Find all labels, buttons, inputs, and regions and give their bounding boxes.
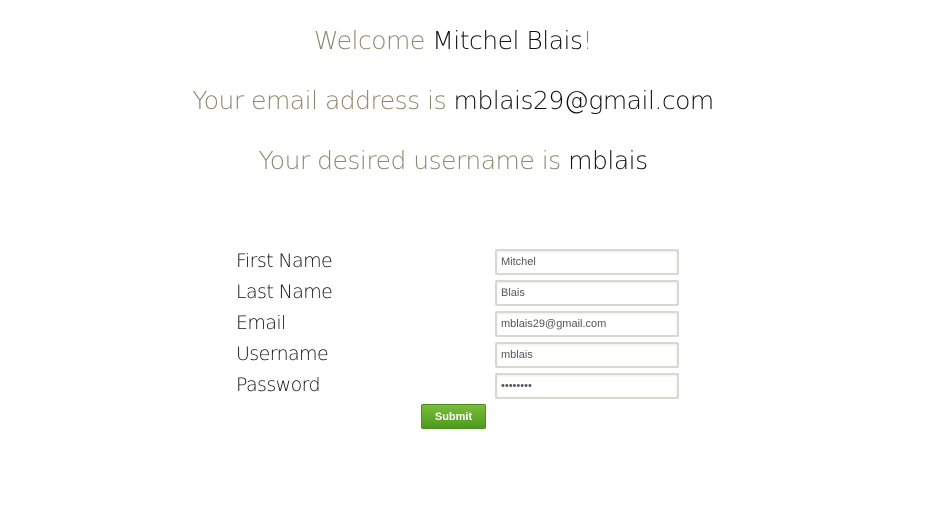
username-prefix: Your desired username is <box>258 146 569 175</box>
first-name-row: First Name Mitchel <box>236 249 679 275</box>
first-name-label: First Name <box>236 250 333 272</box>
password-field[interactable]: •••••••• <box>495 373 679 399</box>
registration-confirmation-page: Welcome Mitchel Blais! Your email addres… <box>0 0 936 505</box>
email-label: Email <box>236 312 286 334</box>
welcome-heading: Welcome Mitchel Blais! <box>0 26 906 55</box>
username-label: Username <box>236 343 329 365</box>
username-heading-value: mblais <box>568 146 648 175</box>
email-field[interactable]: mblais29@gmail.com <box>495 311 679 337</box>
email-heading-value: mblais29@gmail.com <box>453 86 715 115</box>
welcome-name: Mitchel Blais <box>432 26 583 55</box>
password-label: Password <box>236 374 321 396</box>
email-row: Email mblais29@gmail.com <box>236 311 679 337</box>
email-heading: Your email address is mblais29@gmail.com <box>0 86 906 115</box>
username-heading: Your desired username is mblais <box>0 146 906 175</box>
username-field[interactable]: mblais <box>495 342 679 368</box>
last-name-row: Last Name Blais <box>236 280 679 306</box>
submit-button[interactable]: Submit <box>421 404 486 429</box>
last-name-field[interactable]: Blais <box>495 280 679 306</box>
welcome-prefix: Welcome <box>313 26 433 55</box>
email-prefix: Your email address is <box>192 86 454 115</box>
password-row: Password •••••••• <box>236 373 679 399</box>
welcome-suffix: ! <box>582 26 593 55</box>
username-row: Username mblais <box>236 342 679 368</box>
first-name-field[interactable]: Mitchel <box>495 249 679 275</box>
last-name-label: Last Name <box>236 281 333 303</box>
